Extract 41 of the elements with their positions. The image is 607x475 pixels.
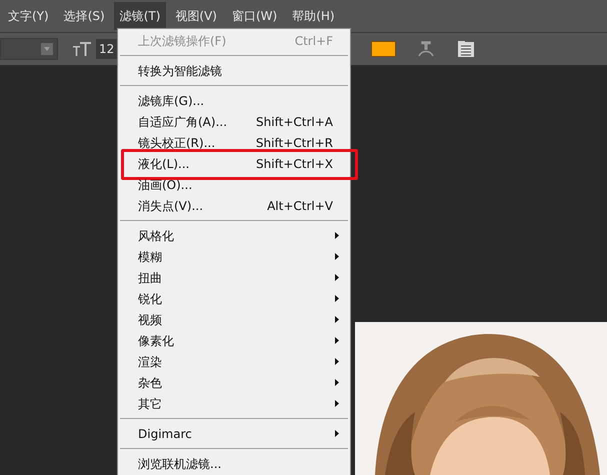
- submenu-arrow-icon: [335, 337, 339, 344]
- menu-item[interactable]: 视频: [118, 309, 350, 330]
- menu-item[interactable]: 消失点(V)... Alt+Ctrl+V: [118, 195, 350, 216]
- menu-item[interactable]: 渲染: [118, 351, 350, 372]
- menu-item[interactable]: 锐化: [118, 288, 350, 309]
- color-swatch[interactable]: [371, 41, 396, 57]
- font-size-field[interactable]: 12: [96, 39, 118, 59]
- menu-item[interactable]: 像素化: [118, 330, 350, 351]
- menu-item[interactable]: 帮助(H): [286, 2, 341, 30]
- submenu-arrow-icon: [335, 400, 339, 407]
- submenu-arrow-icon: [335, 430, 339, 437]
- menu-item[interactable]: 浏览联机滤镜...: [118, 453, 350, 474]
- menu-item[interactable]: 扭曲: [118, 267, 350, 288]
- caret-icon: [41, 43, 53, 55]
- warp-text-icon[interactable]: [418, 40, 434, 58]
- menu-item[interactable]: 油画(O)...: [118, 174, 350, 195]
- text-size-icon[interactable]: [72, 40, 92, 58]
- submenu-arrow-icon: [335, 358, 339, 365]
- menu-item[interactable]: 风格化: [118, 225, 350, 246]
- menu-item[interactable]: 滤镜库(G)...: [118, 90, 350, 111]
- font-dropdown[interactable]: [0, 38, 58, 60]
- menu-item[interactable]: 模糊: [118, 246, 350, 267]
- menu-item[interactable]: 文字(Y): [2, 2, 55, 30]
- menu-item[interactable]: 液化(L)... Shift+Ctrl+X: [118, 153, 350, 174]
- submenu-arrow-icon: [335, 316, 339, 323]
- menu-item[interactable]: 选择(S): [58, 2, 111, 30]
- submenu-arrow-icon: [335, 379, 339, 386]
- panel-icon[interactable]: [458, 41, 474, 57]
- menu-item[interactable]: 视图(V): [169, 2, 223, 30]
- menu-item[interactable]: 窗口(W): [226, 2, 284, 30]
- menu-item[interactable]: 转换为智能滤镜: [118, 60, 350, 81]
- menu-item[interactable]: 自适应广角(A)... Shift+Ctrl+A: [118, 111, 350, 132]
- menu-item[interactable]: Digimarc: [118, 423, 350, 444]
- menu-item[interactable]: 滤镜(T): [114, 2, 166, 30]
- submenu-arrow-icon: [335, 295, 339, 302]
- menu-item[interactable]: 其它: [118, 393, 350, 414]
- submenu-arrow-icon: [335, 253, 339, 260]
- menu-item[interactable]: 镜头校正(R)... Shift+Ctrl+R: [118, 132, 350, 153]
- submenu-arrow-icon: [335, 274, 339, 281]
- submenu-arrow-icon: [335, 232, 339, 239]
- menu-item[interactable]: 杂色: [118, 372, 350, 393]
